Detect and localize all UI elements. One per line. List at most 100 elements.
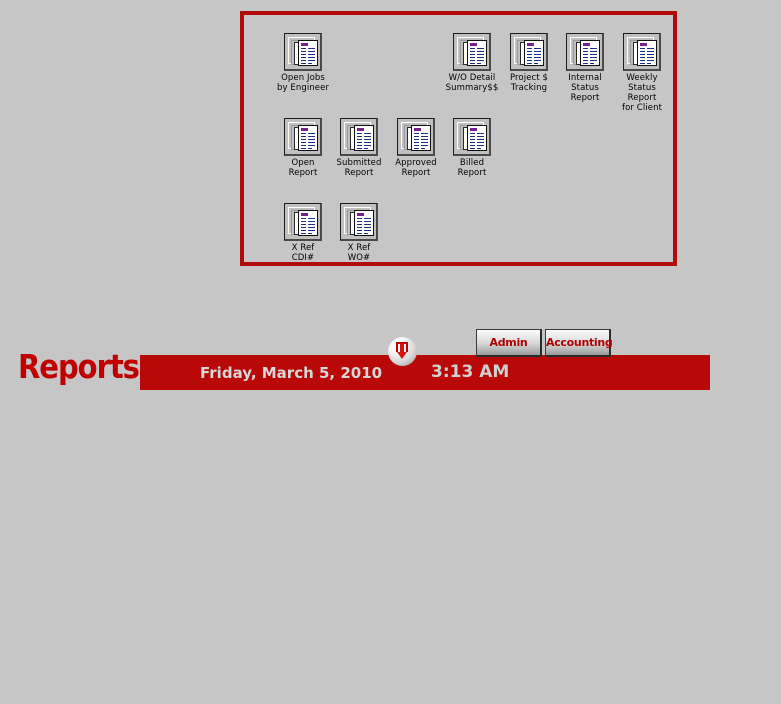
document-text-line	[357, 136, 362, 137]
report-document-icon	[340, 118, 378, 156]
document-header-bar	[640, 43, 647, 46]
report-shortcut-label: W/O Detail Summary$$	[445, 73, 499, 93]
report-document-icon	[453, 33, 491, 71]
report-document-icon	[284, 118, 322, 156]
document-text-line	[357, 148, 362, 149]
document-text-line	[527, 51, 532, 52]
document-text-line	[308, 139, 315, 140]
report-document-icon	[510, 33, 548, 71]
report-shortcut[interactable]: Approved Report	[388, 118, 444, 178]
document-text-line	[477, 54, 484, 55]
report-shortcut[interactable]: Open Report	[275, 118, 331, 178]
document-text-line	[301, 133, 306, 134]
document-text-line	[357, 218, 362, 219]
document-text-line	[364, 136, 371, 137]
document-header-bar	[583, 43, 590, 46]
reports-shortcut-panel: Open Jobs by Engineer W/O Detail Summary$…	[240, 11, 677, 266]
document-text-line	[414, 145, 419, 146]
document-text-line	[583, 51, 588, 52]
document-text-line	[414, 133, 419, 134]
document-text-line	[477, 142, 484, 143]
download-arrow-sphere-icon[interactable]	[388, 337, 417, 366]
report-document-icon	[397, 118, 435, 156]
page-title: Reports	[18, 347, 140, 386]
document-text-line	[583, 63, 588, 64]
document-text-line	[301, 48, 306, 49]
report-shortcut-label: X Ref WO#	[347, 243, 371, 263]
document-text-line	[590, 63, 594, 64]
report-shortcut[interactable]: X Ref WO#	[331, 203, 387, 263]
report-shortcut[interactable]: X Ref CDI#	[275, 203, 331, 263]
document-text-line	[590, 60, 597, 61]
document-text-line	[308, 51, 315, 52]
report-shortcut[interactable]: W/O Detail Summary$$	[444, 33, 500, 93]
document-text-line	[308, 230, 315, 231]
document-text-line	[534, 57, 541, 58]
document-page-front	[524, 40, 544, 66]
document-text-line	[301, 227, 306, 228]
document-text-line	[534, 48, 541, 49]
document-text-line	[477, 148, 481, 149]
document-text-line	[470, 133, 475, 134]
document-text-line	[470, 136, 475, 137]
document-text-line	[477, 63, 481, 64]
report-shortcut[interactable]: Internal Status Report	[557, 33, 613, 103]
document-text-line	[308, 148, 312, 149]
document-text-line	[470, 139, 475, 140]
document-text-line	[308, 60, 315, 61]
document-header-bar	[527, 43, 534, 46]
document-text-line	[301, 54, 306, 55]
document-text-line	[308, 233, 312, 234]
document-text-line	[421, 145, 428, 146]
document-text-line	[308, 145, 315, 146]
report-shortcut[interactable]: Project $ Tracking	[501, 33, 557, 93]
report-shortcut[interactable]: Submitted Report	[331, 118, 387, 178]
report-shortcut[interactable]: Weekly Status Report for Client	[614, 33, 670, 113]
document-page-front	[467, 40, 487, 66]
document-text-line	[477, 136, 484, 137]
document-text-line	[640, 48, 645, 49]
admin-button[interactable]: Admin	[476, 329, 542, 357]
document-header-bar	[414, 128, 421, 131]
document-text-line	[414, 142, 419, 143]
document-text-line	[470, 63, 475, 64]
document-header-bar	[357, 213, 364, 216]
document-text-line	[308, 221, 315, 222]
document-header-bar	[470, 43, 477, 46]
document-text-line	[477, 60, 484, 61]
document-text-line	[301, 60, 306, 61]
document-text-line	[640, 63, 645, 64]
report-shortcut-label: Open Jobs by Engineer	[276, 73, 330, 93]
document-page-front	[354, 125, 374, 151]
document-text-line	[364, 139, 371, 140]
report-shortcut[interactable]: Open Jobs by Engineer	[275, 33, 331, 93]
document-text-line	[421, 133, 428, 134]
report-document-icon	[566, 33, 604, 71]
document-text-line	[590, 57, 597, 58]
document-text-line	[477, 48, 484, 49]
document-text-line	[308, 48, 315, 49]
document-text-line	[357, 221, 362, 222]
accounting-button[interactable]: Accounting	[545, 329, 613, 357]
document-text-line	[301, 224, 306, 225]
banner-date-label: Friday, March 5, 2010	[200, 364, 383, 382]
document-text-line	[301, 221, 306, 222]
document-text-line	[640, 60, 645, 61]
document-text-line	[470, 148, 475, 149]
document-text-line	[301, 218, 306, 219]
document-page-front	[580, 40, 600, 66]
report-document-icon	[623, 33, 661, 71]
document-text-line	[527, 57, 532, 58]
document-text-line	[364, 142, 371, 143]
report-shortcut-label: Submitted Report	[336, 158, 382, 178]
document-text-line	[364, 224, 371, 225]
document-text-line	[414, 148, 419, 149]
report-shortcut[interactable]: Billed Report	[444, 118, 500, 178]
document-header-bar	[357, 128, 364, 131]
arrow-head-shape	[397, 352, 407, 359]
document-text-line	[647, 54, 654, 55]
document-page-front	[637, 40, 657, 66]
document-text-line	[364, 221, 371, 222]
report-shortcut-label: Billed Report	[457, 158, 487, 178]
document-text-line	[470, 51, 475, 52]
